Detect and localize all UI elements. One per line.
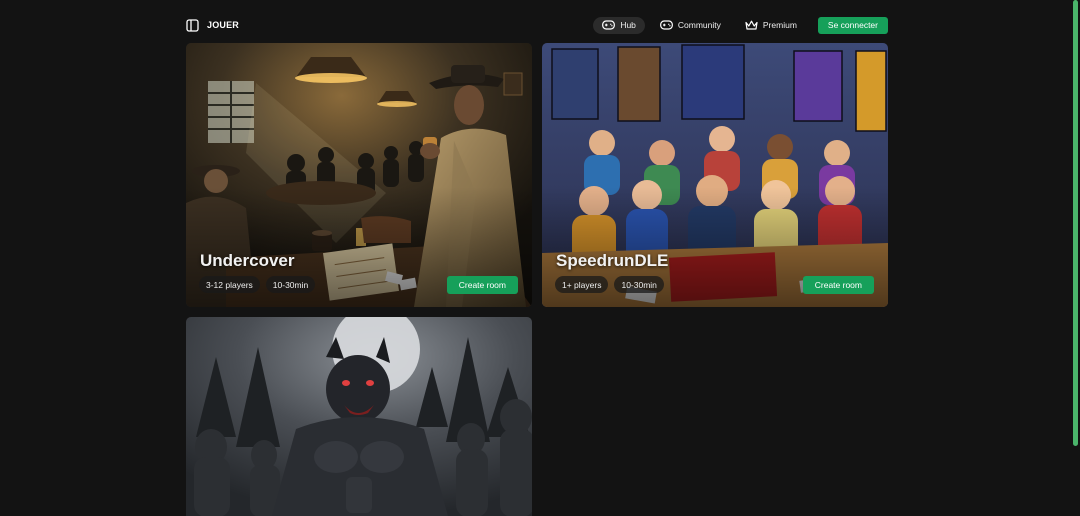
top-header: JOUER Hub Community Premium Se connecter xyxy=(186,14,888,36)
login-button[interactable]: Se connecter xyxy=(817,16,888,34)
players-chip: 1+ players xyxy=(555,276,609,293)
game-card-speedrundle[interactable]: SpeedrunDLE 1+ players 10-30min Create r… xyxy=(542,43,888,307)
main-nav: Hub Community Premium Se connecter xyxy=(593,16,888,34)
card-title: Undercover xyxy=(200,251,295,270)
create-room-button[interactable]: Create room xyxy=(446,276,518,294)
card-meta: 3-12 players 10-30min xyxy=(199,276,316,293)
nav-hub[interactable]: Hub xyxy=(593,16,645,34)
nav-community[interactable]: Community xyxy=(651,17,730,34)
duration-chip: 10-30min xyxy=(614,276,664,293)
brand-label: JOUER xyxy=(207,20,240,30)
werewolf-artwork xyxy=(186,317,532,516)
nav-community-label: Community xyxy=(677,20,721,30)
page-scrollbar[interactable] xyxy=(1073,0,1078,446)
page: JOUER Hub Community Premium Se connecter… xyxy=(0,0,1080,516)
nav-premium[interactable]: Premium xyxy=(736,17,806,34)
gamepad-icon xyxy=(660,20,673,30)
brand[interactable]: JOUER xyxy=(186,18,240,32)
create-room-button[interactable]: Create room xyxy=(802,276,874,294)
card-meta: 1+ players 10-30min xyxy=(555,276,664,293)
game-card-werewolf[interactable] xyxy=(186,317,532,516)
card-title: SpeedrunDLE xyxy=(556,251,669,270)
nav-hub-label: Hub xyxy=(620,20,636,30)
duration-chip: 10-30min xyxy=(265,276,316,293)
game-card-undercover[interactable]: Undercover 3-12 players 10-30min Create … xyxy=(186,43,532,307)
sidebar-toggle-icon[interactable] xyxy=(186,18,199,32)
players-chip: 3-12 players xyxy=(199,276,260,293)
nav-premium-label: Premium xyxy=(762,20,797,30)
gamepad-icon xyxy=(602,20,616,30)
crown-icon xyxy=(745,20,758,31)
